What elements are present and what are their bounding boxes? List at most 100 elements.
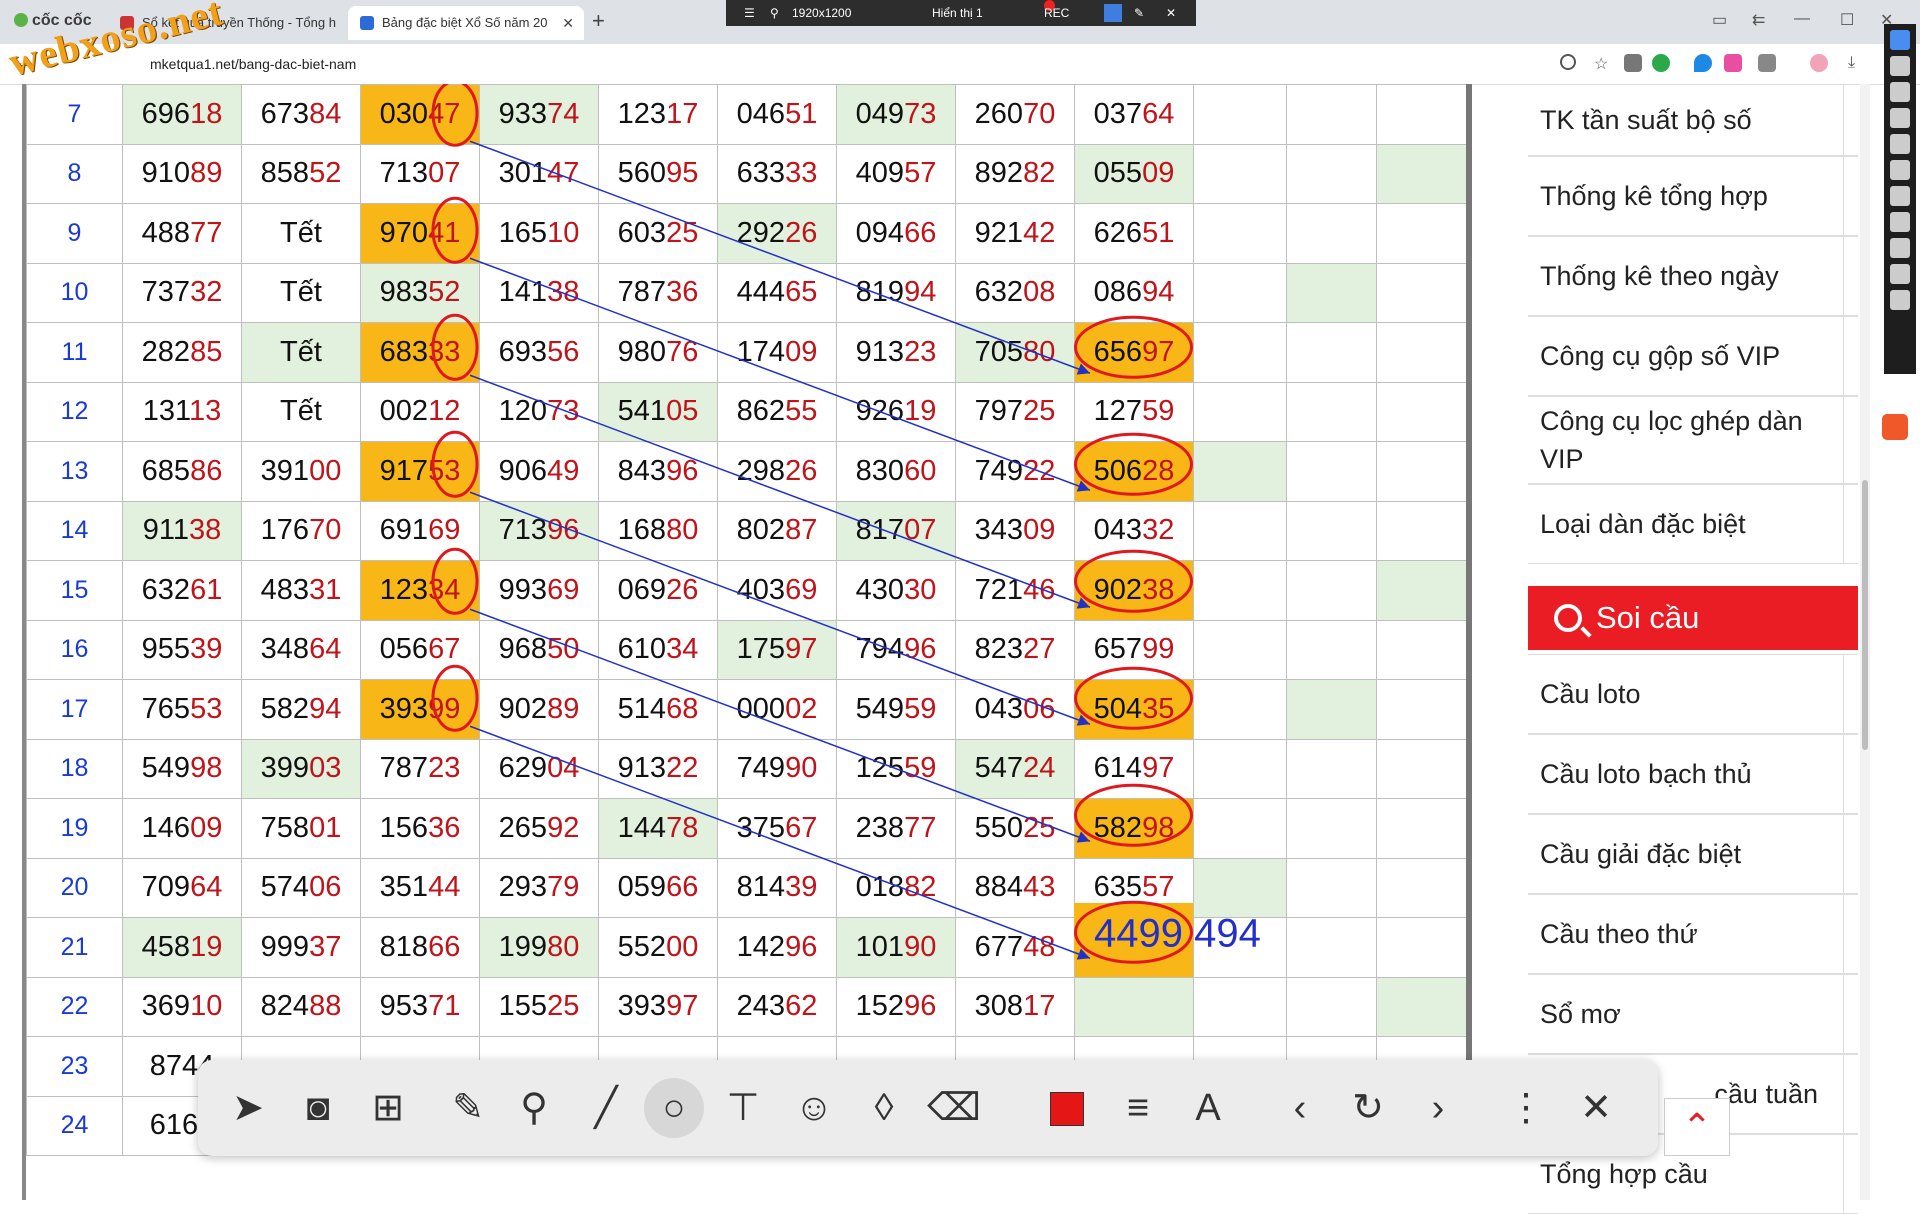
table-cell: 80287 xyxy=(717,500,837,561)
sidebar-item-cau-loto-bach-thu[interactable]: Cầu loto bạch thủ xyxy=(1528,734,1858,814)
line-width-icon[interactable]: ≡ xyxy=(1108,1078,1168,1138)
row-index: 21 xyxy=(26,917,123,978)
bookmark-star-icon[interactable]: ☆ xyxy=(1594,54,1612,73)
zoom-icon[interactable] xyxy=(1560,54,1576,70)
eraser-tool-icon[interactable] xyxy=(1890,238,1910,258)
table-cell xyxy=(1376,381,1467,442)
line-icon[interactable]: ╱ xyxy=(576,1078,636,1138)
maximize-icon[interactable]: ☐ xyxy=(1840,10,1854,30)
select-icon[interactable]: ➤ xyxy=(218,1078,278,1138)
number-last-two-digits: 69 xyxy=(428,514,461,547)
sidebar-item-cau-loto[interactable]: Cầu loto xyxy=(1528,654,1858,734)
color-swatch[interactable] xyxy=(1050,1092,1084,1126)
download-icon[interactable]: ⤓ xyxy=(1848,54,1866,72)
table-cell xyxy=(1074,917,1194,978)
close-tab-icon[interactable]: ✕ xyxy=(562,6,574,40)
text-tool-icon[interactable] xyxy=(1890,212,1910,232)
history-icon[interactable]: ⇇ xyxy=(1752,10,1765,30)
undo-icon[interactable]: ‹ xyxy=(1270,1078,1330,1138)
number-last-two-digits: 96 xyxy=(785,930,818,963)
number-prefix: 165 xyxy=(498,216,548,249)
reset-icon[interactable]: ↻ xyxy=(1338,1078,1398,1138)
marker-tool-icon[interactable] xyxy=(1890,82,1910,102)
table-cell xyxy=(1074,976,1194,1037)
tab-bang-dac-biet[interactable]: Bảng đặc biệt Xổ Số năm 20 ✕ xyxy=(348,6,584,40)
pen-tool-icon[interactable] xyxy=(1890,56,1910,76)
number-last-two-digits: 99 xyxy=(1142,633,1175,666)
table-row: 20 70964 57406 35144 29379 05966 81439 01882 884… xyxy=(26,857,1467,918)
row-index: 15 xyxy=(26,560,123,621)
pencil-icon[interactable]: ✎ xyxy=(438,1078,498,1138)
text-box-icon[interactable]: ⊤ xyxy=(713,1078,773,1138)
shield-icon[interactable] xyxy=(1624,54,1642,72)
sidebar-item-cau-giai-dac-biet[interactable]: Cầu giải đặc biệt xyxy=(1528,814,1858,894)
marker-icon[interactable]: ⚲ xyxy=(504,1078,564,1138)
cursor-tool-icon[interactable] xyxy=(1890,30,1910,50)
number-last-two-digits: 25 xyxy=(1023,811,1056,844)
drop-icon[interactable] xyxy=(1694,54,1712,72)
shopee-extension-icon[interactable] xyxy=(1882,414,1908,440)
table-cell: 95371 xyxy=(360,976,480,1037)
more-icon[interactable]: ⋮ xyxy=(1496,1078,1556,1138)
screenshot-icon[interactable]: ◙ xyxy=(288,1078,348,1138)
emoji-icon[interactable]: ☺ xyxy=(784,1078,844,1138)
number-prefix: 055 xyxy=(1093,157,1143,190)
menu-icon[interactable]: ☰ xyxy=(744,0,755,26)
number-last-two-digits: 38 xyxy=(1142,573,1175,606)
profile-avatar-icon[interactable] xyxy=(1810,54,1828,72)
new-tab-icon[interactable]: + xyxy=(592,8,605,34)
number-prefix: 691 xyxy=(379,514,429,547)
sidebar-item-label: Tổng hợp cầu xyxy=(1540,1158,1708,1189)
table-cell: 90238 xyxy=(1074,560,1194,621)
checker-tool-icon[interactable] xyxy=(1890,264,1910,284)
display-label[interactable]: Hiển thị 1 xyxy=(932,0,983,26)
sidebar-item-thong-ke-theo-ngay[interactable]: Thống kê theo ngày xyxy=(1528,236,1858,316)
sidebar-item-tk-tan-suat[interactable]: TK tần suất bộ số xyxy=(1528,84,1858,156)
close-recorder-icon[interactable]: ✕ xyxy=(1166,0,1176,26)
ellipse-icon[interactable]: ○ xyxy=(644,1078,704,1138)
table-cell xyxy=(1193,857,1287,918)
table-cell: 05966 xyxy=(598,857,718,918)
reading-mode-icon[interactable]: ▭ xyxy=(1712,10,1727,30)
scrollbar-thumb[interactable] xyxy=(1862,480,1868,750)
sidebar-item-cong-cu-loc-ghep[interactable]: Công cụ lọc ghép dàn VIP xyxy=(1528,396,1858,484)
sidebar-item-cong-cu-gop-so[interactable]: Công cụ gộp số VIP xyxy=(1528,316,1858,396)
table-cell xyxy=(1193,738,1287,799)
sidebar-item-thong-ke-tong-hop[interactable]: Thống kê tổng hợp xyxy=(1528,156,1858,236)
sidebar-item-cau-theo-thu[interactable]: Cầu theo thứ xyxy=(1528,894,1858,974)
blur-icon[interactable]: ◊ xyxy=(854,1078,914,1138)
brush-tool-icon[interactable] xyxy=(1890,134,1910,154)
number-prefix: 765 xyxy=(141,692,191,725)
pen-icon[interactable]: ✎ xyxy=(1134,0,1144,26)
table-cell: 69169 xyxy=(360,500,480,561)
sidebar-item-so-mo[interactable]: Sổ mơ xyxy=(1528,974,1858,1054)
rectangle-tool-icon[interactable] xyxy=(1890,160,1910,180)
number-prefix: 713 xyxy=(498,514,548,547)
address-bar: ← mketqua1.net/bang-dac-biet-nam ☆ ⤓ xyxy=(0,44,1920,85)
number-last-two-digits: 41 xyxy=(428,216,461,249)
table-cell xyxy=(1376,560,1467,621)
pin-icon[interactable]: ⚲ xyxy=(770,0,779,26)
area-capture-icon[interactable]: ⊞ xyxy=(358,1078,418,1138)
url-text[interactable]: mketqua1.net/bang-dac-biet-nam xyxy=(150,56,356,72)
minimize-icon[interactable]: — xyxy=(1794,10,1810,28)
number-last-two-digits: 38 xyxy=(547,276,580,309)
extensions-puzzle-icon[interactable] xyxy=(1758,54,1776,72)
sidebar-item-loai-dan-dac-biet[interactable]: Loại dàn đặc biệt xyxy=(1528,484,1858,564)
fill-tool-icon[interactable] xyxy=(1890,186,1910,206)
dash-tool-icon[interactable] xyxy=(1890,290,1910,310)
scroll-to-top-icon[interactable]: ⌃ xyxy=(1664,1098,1730,1156)
number-last-two-digits: 47 xyxy=(428,97,461,130)
line-tool-icon[interactable] xyxy=(1890,108,1910,128)
table-row: 15 63261 48331 12334 99369 06926 40369 43030 721… xyxy=(26,560,1467,621)
extension-color-icon[interactable] xyxy=(1724,54,1742,72)
eraser-icon[interactable]: ⌫ xyxy=(924,1078,984,1138)
camera-icon[interactable] xyxy=(1104,4,1122,22)
number-last-two-digits: 53 xyxy=(190,692,223,725)
table-row: 7 69618 67384 03047 93374 12317 04651 04973 2607… xyxy=(26,84,1467,145)
download-extension-icon[interactable] xyxy=(1652,54,1670,72)
font-icon[interactable]: A xyxy=(1178,1078,1238,1138)
redo-icon[interactable]: › xyxy=(1408,1078,1468,1138)
number-prefix: 030 xyxy=(379,97,429,130)
close-icon[interactable]: ✕ xyxy=(1566,1078,1626,1138)
